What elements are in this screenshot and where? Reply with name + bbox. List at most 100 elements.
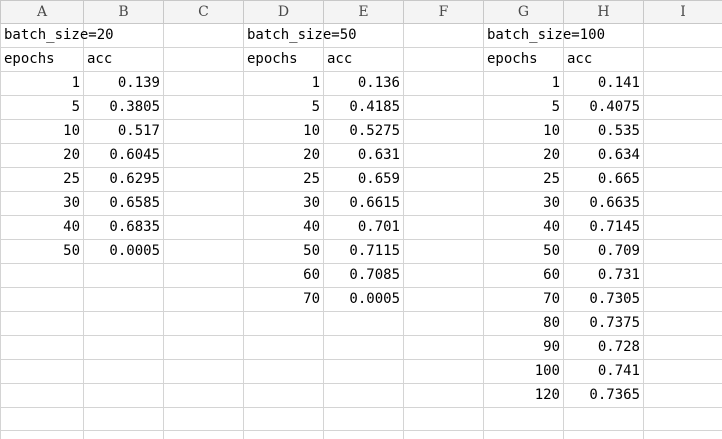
acc-value-cell[interactable]: 0.7145 — [563, 215, 644, 240]
epochs-value-cell[interactable]: 100 — [483, 359, 564, 384]
epochs-value-cell[interactable]: 40 — [0, 215, 84, 240]
sheet-cell[interactable] — [0, 383, 84, 408]
epochs-value-cell[interactable]: 70 — [243, 287, 324, 312]
acc-value-cell[interactable]: 0.3805 — [83, 95, 164, 120]
sheet-cell[interactable] — [643, 191, 722, 216]
epochs-value-cell[interactable]: 20 — [0, 143, 84, 168]
sheet-cell[interactable] — [163, 430, 244, 439]
sheet-cell[interactable] — [243, 359, 324, 384]
sheet-cell[interactable] — [83, 287, 164, 312]
sheet-cell[interactable] — [83, 407, 164, 431]
sheet-cell[interactable] — [0, 287, 84, 312]
acc-value-cell[interactable]: 0.5275 — [323, 119, 404, 144]
column-header-e[interactable]: E — [323, 0, 404, 24]
sheet-cell[interactable] — [643, 47, 722, 72]
sheet-cell[interactable] — [163, 71, 244, 96]
acc-value-cell[interactable]: 0.665 — [563, 167, 644, 192]
sheet-cell[interactable] — [163, 383, 244, 408]
acc-value-cell[interactable]: 0.709 — [563, 239, 644, 264]
sheet-cell[interactable] — [403, 311, 484, 336]
acc-value-cell[interactable]: 0.535 — [563, 119, 644, 144]
sheet-cell[interactable] — [163, 143, 244, 168]
column-header-i[interactable]: I — [643, 0, 722, 24]
sheet-cell[interactable] — [243, 335, 324, 360]
block-title-cell[interactable]: batch_size=20 — [0, 23, 114, 48]
acc-value-cell[interactable]: 0.7365 — [563, 383, 644, 408]
block-title-cell[interactable]: batch_size=50 — [243, 23, 357, 48]
sheet-cell[interactable] — [643, 383, 722, 408]
sheet-cell[interactable] — [643, 263, 722, 288]
acc-value-cell[interactable]: 0.6835 — [83, 215, 164, 240]
sheet-cell[interactable] — [643, 23, 722, 48]
sheet-cell[interactable] — [0, 263, 84, 288]
sheet-cell[interactable] — [323, 407, 404, 431]
sheet-cell[interactable] — [163, 23, 244, 48]
acc-value-cell[interactable]: 0.141 — [563, 71, 644, 96]
epochs-value-cell[interactable]: 30 — [483, 191, 564, 216]
epochs-value-cell[interactable]: 5 — [483, 95, 564, 120]
sheet-cell[interactable] — [403, 239, 484, 264]
sheet-cell[interactable] — [403, 407, 484, 431]
sheet-cell[interactable] — [243, 311, 324, 336]
sheet-cell[interactable] — [643, 215, 722, 240]
sheet-cell[interactable] — [403, 383, 484, 408]
acc-value-cell[interactable]: 0.6045 — [83, 143, 164, 168]
epochs-value-cell[interactable]: 30 — [243, 191, 324, 216]
sheet-cell[interactable] — [403, 287, 484, 312]
acc-value-cell[interactable]: 0.741 — [563, 359, 644, 384]
sheet-cell[interactable] — [243, 407, 324, 431]
sheet-cell[interactable] — [403, 215, 484, 240]
sheet-cell[interactable] — [403, 47, 484, 72]
sheet-cell[interactable] — [83, 359, 164, 384]
sheet-cell[interactable] — [403, 167, 484, 192]
sheet-cell[interactable] — [483, 430, 564, 439]
sheet-cell[interactable] — [163, 311, 244, 336]
sheet-cell[interactable] — [403, 23, 484, 48]
sheet-cell[interactable] — [483, 407, 564, 431]
acc-value-cell[interactable]: 0.6585 — [83, 191, 164, 216]
sheet-cell[interactable] — [403, 263, 484, 288]
acc-header-cell[interactable]: acc — [563, 47, 644, 72]
acc-value-cell[interactable]: 0.7305 — [563, 287, 644, 312]
sheet-cell[interactable] — [323, 383, 404, 408]
sheet-cell[interactable] — [163, 407, 244, 431]
sheet-cell[interactable] — [643, 143, 722, 168]
sheet-cell[interactable] — [163, 287, 244, 312]
sheet-cell[interactable] — [0, 359, 84, 384]
epochs-value-cell[interactable]: 120 — [483, 383, 564, 408]
sheet-cell[interactable] — [163, 359, 244, 384]
sheet-cell[interactable] — [83, 263, 164, 288]
acc-value-cell[interactable]: 0.634 — [563, 143, 644, 168]
epochs-value-cell[interactable]: 80 — [483, 311, 564, 336]
epochs-header-cell[interactable]: epochs — [483, 47, 564, 72]
epochs-value-cell[interactable]: 30 — [0, 191, 84, 216]
sheet-cell[interactable] — [323, 335, 404, 360]
sheet-cell[interactable] — [323, 359, 404, 384]
sheet-cell[interactable] — [403, 191, 484, 216]
epochs-value-cell[interactable]: 25 — [483, 167, 564, 192]
acc-value-cell[interactable]: 0.0005 — [83, 239, 164, 264]
epochs-value-cell[interactable]: 25 — [0, 167, 84, 192]
sheet-cell[interactable] — [163, 191, 244, 216]
column-header-d[interactable]: D — [243, 0, 324, 24]
epochs-value-cell[interactable]: 10 — [483, 119, 564, 144]
acc-header-cell[interactable]: acc — [323, 47, 404, 72]
column-header-a[interactable]: A — [0, 0, 84, 24]
acc-value-cell[interactable]: 0.7085 — [323, 263, 404, 288]
epochs-value-cell[interactable]: 5 — [243, 95, 324, 120]
epochs-value-cell[interactable]: 20 — [243, 143, 324, 168]
sheet-cell[interactable] — [163, 95, 244, 120]
column-header-g[interactable]: G — [483, 0, 564, 24]
sheet-cell[interactable] — [323, 311, 404, 336]
epochs-value-cell[interactable]: 90 — [483, 335, 564, 360]
sheet-cell[interactable] — [403, 119, 484, 144]
epochs-value-cell[interactable]: 50 — [243, 239, 324, 264]
sheet-cell[interactable] — [0, 311, 84, 336]
acc-value-cell[interactable]: 0.701 — [323, 215, 404, 240]
sheet-cell[interactable] — [403, 95, 484, 120]
sheet-cell[interactable] — [643, 430, 722, 439]
epochs-header-cell[interactable]: epochs — [0, 47, 84, 72]
sheet-cell[interactable] — [163, 119, 244, 144]
sheet-cell[interactable] — [643, 95, 722, 120]
sheet-cell[interactable] — [83, 335, 164, 360]
